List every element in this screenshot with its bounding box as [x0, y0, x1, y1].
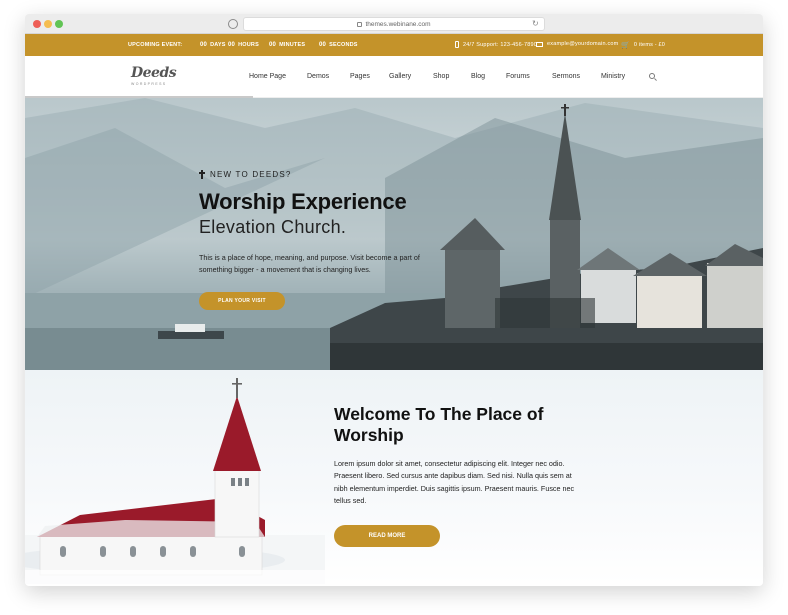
welcome-title: Welcome To The Place of Worship	[334, 404, 544, 445]
welcome-description: Lorem ipsum dolor sit amet, consectetur …	[334, 459, 575, 505]
nav-item-forums[interactable]: Forums	[506, 73, 530, 80]
phone-icon	[455, 41, 459, 48]
nav-item-home-page[interactable]: Home Page	[249, 73, 286, 80]
upcoming-event-label: UPCOMING EVENT:	[128, 42, 183, 48]
cart-link[interactable]: 🛒 0 items - £0	[621, 41, 665, 49]
countdown-minutes: 00 MINUTES	[269, 42, 306, 48]
nav-item-demos[interactable]: Demos	[307, 73, 329, 80]
welcome-section: Welcome To The Place of Worship Lorem ip…	[25, 370, 763, 584]
hero-content: NEW TO DEEDS? Worship Experience Elevati…	[199, 170, 429, 310]
countdown-seconds: 00 SECONDS	[319, 42, 358, 48]
main-navigation: Deeds WORDPRESS Home Page Demos Pages Ga…	[25, 56, 763, 99]
nav-item-sermons[interactable]: Sermons	[552, 73, 580, 80]
site-logo[interactable]: Deeds WORDPRESS	[131, 65, 177, 86]
browser-window: themes.webinane.com ↻ UPCOMING EVENT: 00…	[25, 14, 763, 586]
nav-item-gallery[interactable]: Gallery	[389, 73, 411, 80]
address-bar[interactable]: themes.webinane.com	[243, 17, 545, 31]
close-window-button[interactable]	[33, 20, 41, 28]
nav-item-ministry[interactable]: Ministry	[601, 73, 625, 80]
hero-kicker: NEW TO DEEDS?	[199, 170, 429, 179]
hero-subtitle: Elevation Church.	[199, 217, 347, 237]
countdown-hours: 00 HOURS	[228, 42, 259, 48]
nav-item-pages[interactable]: Pages	[350, 73, 370, 80]
cart-icon: 🛒	[621, 42, 630, 49]
address-bar-url: themes.webinane.com	[365, 20, 431, 28]
privacy-shield-icon[interactable]	[228, 19, 238, 29]
top-info-bar: UPCOMING EVENT: 00 DAYS 00 HOURS 00 MINUTES…	[25, 34, 763, 56]
read-more-button[interactable]: READ MORE	[334, 525, 440, 548]
lock-icon	[357, 21, 363, 27]
mail-icon	[536, 41, 543, 47]
plan-your-visit-button[interactable]: PLAN YOUR VISIT	[199, 292, 285, 310]
maximize-window-button[interactable]	[55, 20, 63, 28]
support-phone[interactable]: 24/7 Support: 123-456-7890	[455, 41, 537, 48]
reload-icon[interactable]: ↻	[532, 19, 539, 28]
cross-icon	[199, 170, 205, 179]
welcome-content: Welcome To The Place of Worship Lorem ip…	[334, 404, 586, 548]
hero-description: This is a place of hope, meaning, and pu…	[199, 253, 420, 274]
countdown-days: 00 DAYS	[200, 42, 226, 48]
nav-item-shop[interactable]: Shop	[433, 73, 449, 80]
support-email[interactable]: example@yourdomain.com	[536, 41, 618, 47]
search-icon[interactable]	[649, 73, 655, 79]
browser-toolbar: themes.webinane.com ↻	[25, 14, 763, 34]
minimize-window-button[interactable]	[44, 20, 52, 28]
church-image	[25, 378, 325, 584]
hero-title: Worship Experience	[199, 189, 407, 214]
nav-item-blog[interactable]: Blog	[471, 73, 485, 80]
hero-section: NEW TO DEEDS? Worship Experience Elevati…	[25, 98, 763, 370]
